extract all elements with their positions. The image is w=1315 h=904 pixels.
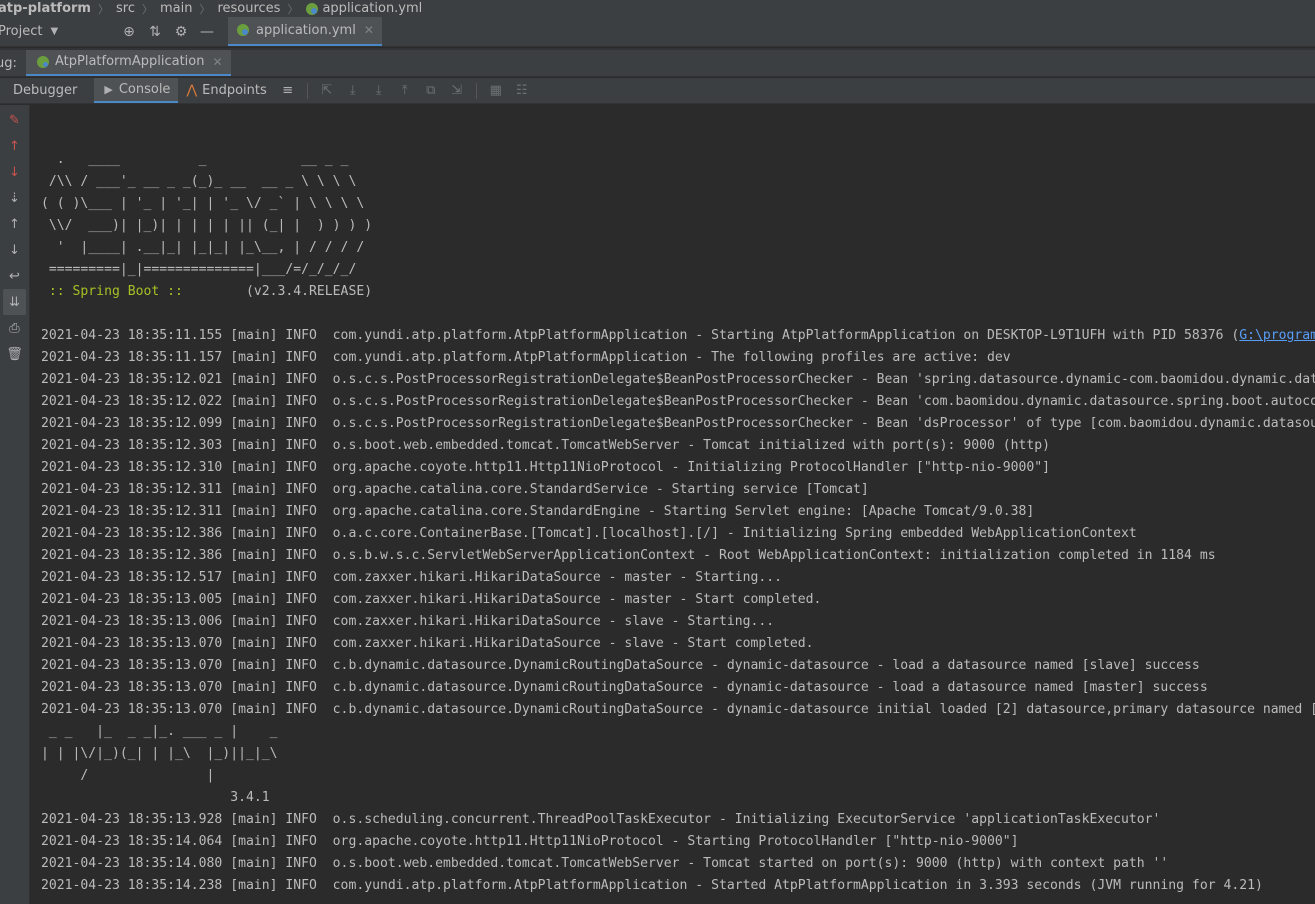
console-output[interactable]: . ____ _ __ _ _ /\\ / ___'_ __ _ _(_)_ _…: [30, 105, 1315, 904]
sort-icon[interactable]: ⇣: [0, 185, 29, 211]
banner-line: . ____ _ __ _ _: [41, 152, 349, 167]
divider: [306, 82, 308, 99]
scroll-to-end-icon[interactable]: ⇊: [3, 289, 26, 315]
collapse-all-icon[interactable]: ⇅: [142, 24, 168, 40]
step-into-icon[interactable]: ⤓: [366, 83, 392, 98]
console-side-toolbar: ✎ ↑ ↓ ⇣ ↑ ↓ ↩ ⇊ ⎙ 🗑: [0, 105, 30, 904]
step-over-icon[interactable]: ⤓: [340, 83, 366, 98]
tab-atp-platform-application[interactable]: AtpPlatformApplication ✕: [26, 50, 231, 76]
log-line: 2021-04-23 18:35:12.311 [main] INFO org.…: [41, 482, 869, 497]
log-line: 2021-04-23 18:35:12.099 [main] INFO o.s.…: [41, 416, 1315, 431]
breadcrumb-file-label: application.yml: [322, 1, 423, 16]
console-icon: ▶: [104, 82, 113, 96]
breadcrumb: atp-platform 〉 src 〉 main 〉 resources 〉 …: [0, 0, 1315, 17]
locate-icon[interactable]: ⊕: [116, 24, 142, 40]
chevron-down-icon: ▼: [50, 26, 59, 37]
spring-boot-version: (v2.3.4.RELEASE): [190, 284, 373, 299]
log-line: 2021-04-23 18:35:12.386 [main] INFO o.s.…: [41, 548, 1216, 563]
log-line: 2021-04-23 18:35:14.080 [main] INFO o.s.…: [41, 856, 1169, 871]
chevron-right-icon: 〉: [97, 2, 109, 16]
spring-boot-version-line: :: Spring Boot :: (v2.3.4.RELEASE): [41, 281, 372, 303]
chevron-right-icon: 〉: [287, 2, 299, 16]
print-icon[interactable]: ⎙: [0, 315, 29, 341]
divider: [475, 82, 477, 99]
log-line: 2021-04-23 18:35:12.303 [main] INFO o.s.…: [41, 438, 1051, 453]
tab-console-label: Console: [118, 81, 171, 97]
close-icon[interactable]: ✕: [212, 55, 222, 69]
project-view-selector[interactable]: Project ▼: [0, 24, 116, 39]
mybatis-plus-version: 3.4.1: [41, 790, 270, 805]
spring-boot-icon: [36, 55, 50, 69]
log-line: 2021-04-23 18:35:13.006 [main] INFO com.…: [41, 614, 775, 629]
log-line: 2021-04-23 18:35:13.928 [main] INFO o.s.…: [41, 812, 1161, 827]
tab-debugger[interactable]: Debugger: [0, 78, 94, 103]
log-line: 2021-04-23 18:35:13.005 [main] INFO com.…: [41, 592, 822, 607]
log-line: 2021-04-23 18:35:12.517 [main] INFO com.…: [41, 570, 783, 585]
debugger-toolbar: Debugger ▶ Console ⋀ Endpoints ≡ ⇱ ⤓ ⤓ ⤒…: [0, 78, 1315, 104]
minimize-icon[interactable]: —: [194, 24, 220, 40]
project-label: Project: [0, 24, 43, 39]
log-line: 2021-04-23 18:35:11.155 [main] INFO com.…: [41, 325, 1315, 347]
spring-yml-icon: [236, 23, 250, 37]
soft-wrap-icon[interactable]: ↩: [0, 263, 29, 289]
tab-debugger-label: Debugger: [13, 83, 78, 98]
menu-icon[interactable]: ≡: [275, 83, 301, 98]
log-line: 2021-04-23 18:35:12.021 [main] INFO o.s.…: [41, 372, 1315, 387]
evaluate-icon[interactable]: ▦: [483, 83, 509, 98]
log-line: 2021-04-23 18:35:14.238 [main] INFO com.…: [41, 878, 1263, 893]
show-execution-point-icon[interactable]: ⇱: [314, 83, 340, 98]
log-line: 2021-04-23 18:35:14.064 [main] INFO org.…: [41, 834, 1019, 849]
banner-line: =========|_|==============|___/=/_/_/_/: [41, 262, 357, 277]
run-tab-label: AtpPlatformApplication: [55, 54, 205, 69]
tab-label: application.yml: [256, 22, 356, 38]
tab-endpoints-label: Endpoints: [202, 83, 267, 98]
down-arrow-icon[interactable]: ↓: [0, 159, 29, 185]
close-icon[interactable]: ✕: [364, 23, 374, 37]
drop-frame-icon[interactable]: ⧉: [418, 83, 444, 98]
mybatis-plus-banner-line: | | |\/|_)(_| | |_\ |_)||_|_\: [41, 746, 278, 761]
gear-icon[interactable]: ⚙: [168, 24, 194, 40]
log-line: 2021-04-23 18:35:13.070 [main] INFO c.b.…: [41, 658, 1200, 673]
log-line: 2021-04-23 18:35:11.157 [main] INFO com.…: [41, 350, 1011, 365]
scroll-down-icon[interactable]: ↓: [0, 237, 29, 263]
up-arrow-icon[interactable]: ↑: [0, 133, 29, 159]
breadcrumb-main[interactable]: main: [160, 1, 192, 16]
trace-icon[interactable]: ☷: [509, 83, 535, 98]
log-line: 2021-04-23 18:35:13.070 [main] INFO c.b.…: [41, 702, 1315, 717]
file-path-link[interactable]: G:\program: [1239, 328, 1315, 343]
breadcrumb-project[interactable]: atp-platform: [0, 1, 91, 16]
banner-line: \\/ ___)| |_)| | | | | || (_| | ) ) ) ): [41, 218, 373, 233]
run-to-cursor-icon[interactable]: ⇲: [444, 83, 470, 98]
breadcrumb-resources[interactable]: resources: [217, 1, 280, 16]
debug-label: ug:: [0, 55, 17, 71]
log-line: 2021-04-23 18:35:12.386 [main] INFO o.a.…: [41, 526, 1137, 541]
tab-application-yml[interactable]: application.yml ✕: [228, 17, 382, 46]
banner-line: /\\ / ___'_ __ _ _(_)_ __ __ _ \ \ \ \: [41, 174, 357, 189]
log-line: 2021-04-23 18:35:12.022 [main] INFO o.s.…: [41, 394, 1315, 409]
step-out-icon[interactable]: ⤒: [392, 83, 418, 98]
breadcrumb-file[interactable]: application.yml: [305, 1, 422, 16]
log-line: 2021-04-23 18:35:13.070 [main] INFO com.…: [41, 636, 814, 651]
log-line: 2021-04-23 18:35:12.310 [main] INFO org.…: [41, 460, 1051, 475]
banner-line: ' |____| .__|_| |_|_| |_\__, | / / / /: [41, 240, 365, 255]
mybatis-plus-banner-line: _ _ |_ _ _|_. ___ _ | _: [41, 724, 278, 739]
log-line: 2021-04-23 18:35:13.070 [main] INFO c.b.…: [41, 680, 1208, 695]
chevron-right-icon: 〉: [141, 2, 153, 16]
scroll-up-icon[interactable]: ↑: [0, 211, 29, 237]
tab-endpoints[interactable]: ⋀ Endpoints: [178, 78, 274, 103]
spring-yml-icon: [305, 2, 319, 16]
log-line: 2021-04-23 18:35:12.311 [main] INFO org.…: [41, 504, 1035, 519]
spring-boot-label: :: Spring Boot ::: [41, 284, 191, 299]
project-toolbar: Project ▼ ⊕ ⇅ ⚙ — application.yml ✕: [0, 17, 1315, 47]
banner-line: ( ( )\___ | '_ | '_| | '_ \/ _` | \ \ \ …: [41, 196, 365, 211]
breadcrumb-src[interactable]: src: [116, 1, 135, 16]
trash-icon[interactable]: 🗑: [0, 341, 29, 367]
log-text: 2021-04-23 18:35:11.155 [main] INFO com.…: [41, 328, 1240, 343]
endpoints-icon: ⋀: [186, 83, 198, 98]
chevron-right-icon: 〉: [199, 2, 211, 16]
mybatis-plus-banner-line: / |: [41, 768, 215, 783]
tab-console[interactable]: ▶ Console: [94, 78, 179, 103]
debug-session-bar: ug: AtpPlatformApplication ✕: [0, 50, 1315, 77]
clear-all-icon[interactable]: ✎: [0, 107, 29, 133]
